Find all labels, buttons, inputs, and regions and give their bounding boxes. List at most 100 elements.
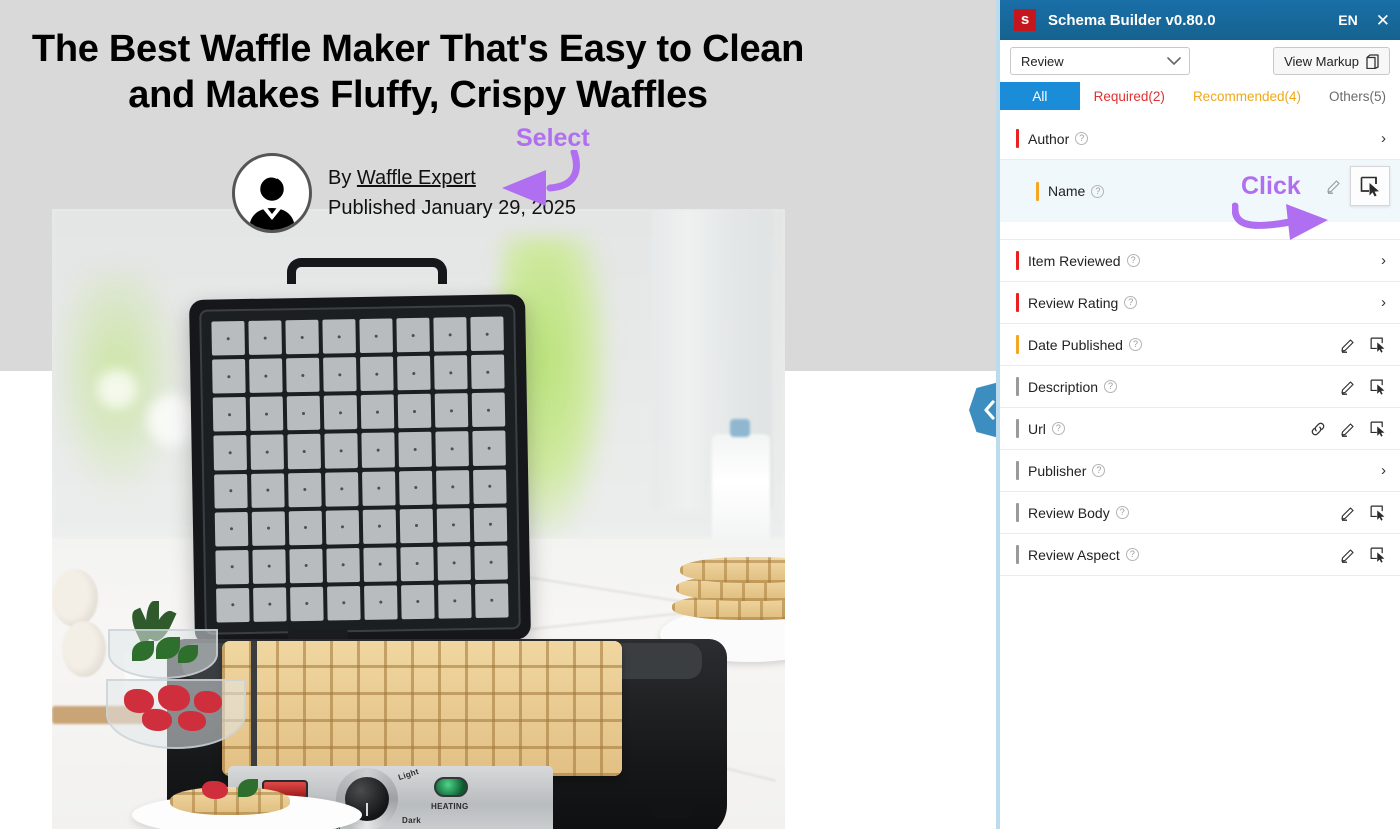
property-row-review-aspect[interactable]: Review Aspect ? <box>1000 534 1400 576</box>
help-icon[interactable]: ? <box>1075 132 1089 145</box>
row-actions: › <box>1381 131 1386 146</box>
element-picker-icon[interactable] <box>1370 505 1386 521</box>
property-label: Description <box>1028 378 1099 395</box>
help-icon[interactable]: ? <box>1091 184 1105 198</box>
user-avatar-icon <box>249 174 295 230</box>
author-link[interactable]: Waffle Expert <box>357 167 476 189</box>
edit-pencil-icon[interactable] <box>1340 505 1356 521</box>
waffle-maker-grid <box>211 316 509 623</box>
property-row-item-reviewed[interactable]: Item Reviewed ? › <box>1000 240 1400 282</box>
copy-icon <box>1366 53 1379 69</box>
edit-pencil-icon[interactable] <box>1340 337 1356 353</box>
element-picker-button[interactable] <box>1350 166 1390 206</box>
waffle-grid-cell <box>324 433 358 469</box>
property-row-review-body[interactable]: Review Body ? <box>1000 492 1400 534</box>
property-label: Name <box>1048 183 1086 199</box>
property-row-author[interactable]: Author ? › <box>1000 118 1400 160</box>
link-icon[interactable] <box>1310 421 1326 437</box>
photo-front-waffle <box>170 787 290 815</box>
tab-all[interactable]: All <box>1000 82 1080 110</box>
waffle-grid-cell <box>248 320 282 356</box>
property-row-description[interactable]: Description ? <box>1000 366 1400 408</box>
schema-type-value: Review <box>1021 53 1064 69</box>
schema-type-select[interactable]: Review <box>1010 47 1190 75</box>
property-row-name[interactable]: Name ? Click <box>1000 160 1400 240</box>
chevron-down-icon <box>1167 56 1181 65</box>
waffle-grid-cell <box>362 470 396 506</box>
property-label: Review Aspect <box>1028 546 1120 563</box>
help-icon[interactable]: ? <box>1125 548 1139 561</box>
waffle-grid-cell <box>437 545 471 581</box>
waffle-grid-cell <box>361 432 395 468</box>
property-row-date-published[interactable]: Date Published ? <box>1000 324 1400 366</box>
waffle-grid-cell <box>323 357 357 392</box>
help-icon[interactable]: ? <box>1126 254 1140 267</box>
waffle-grid-cell <box>253 587 287 622</box>
waffle-grid-cell <box>364 585 398 620</box>
property-label: Date Published <box>1028 336 1123 353</box>
waffle-grid-cell <box>434 393 469 429</box>
waffle-maker-lid <box>189 294 531 645</box>
waffle-grid-cell <box>359 318 393 354</box>
help-icon[interactable]: ? <box>1104 380 1118 393</box>
property-row-url[interactable]: Url ? <box>1000 408 1400 450</box>
waffle-grid-cell <box>360 394 395 430</box>
chevron-right-icon[interactable]: › <box>1381 463 1386 478</box>
screen-root: POWER Light Dark 0 HEATING <box>0 0 1400 829</box>
property-list: Author ? › Name ? Click Item Reviewed ? … <box>1000 118 1400 776</box>
element-picker-icon[interactable] <box>1370 421 1386 437</box>
edit-pencil-icon[interactable] <box>1340 547 1356 563</box>
waffle-grid-cell <box>322 319 356 354</box>
edit-pencil-icon[interactable] <box>1326 178 1342 194</box>
chevron-right-icon[interactable]: › <box>1381 131 1386 146</box>
row-actions: › <box>1381 295 1386 310</box>
element-picker-icon[interactable] <box>1370 379 1386 395</box>
tab-others[interactable]: Others(5) <box>1315 82 1400 110</box>
tab-recommended[interactable]: Recommended(4) <box>1179 82 1315 110</box>
view-markup-button[interactable]: View Markup <box>1273 47 1390 75</box>
waffle-grid-cell <box>327 585 361 621</box>
property-row-publisher[interactable]: Publisher ? › <box>1000 450 1400 492</box>
row-actions <box>1340 337 1386 353</box>
waffle-grid-cell <box>360 356 394 392</box>
help-icon[interactable]: ? <box>1128 338 1142 351</box>
chevron-right-icon[interactable]: › <box>1381 295 1386 310</box>
language-button[interactable]: EN <box>1338 12 1357 28</box>
waffle-grid-cell <box>250 434 284 470</box>
waffle-grid-cell <box>287 434 321 469</box>
byline-prefix: By <box>328 167 357 189</box>
edit-pencil-icon[interactable] <box>1340 379 1356 395</box>
help-icon[interactable]: ? <box>1115 506 1129 519</box>
property-row-review-rating[interactable]: Review Rating ? › <box>1000 282 1400 324</box>
photo-egg <box>52 569 98 627</box>
photo-bokeh <box>97 369 137 409</box>
waffle-grid-cell <box>214 511 249 547</box>
heating-indicator <box>434 777 468 797</box>
help-icon[interactable]: ? <box>1051 422 1065 435</box>
waffle-grid-cell <box>397 355 431 391</box>
waffle-grid-cell <box>249 396 284 432</box>
waffle-grid-cell <box>288 472 322 507</box>
waffle-grid-cell <box>438 583 472 619</box>
waffle-grid-cell <box>436 469 470 505</box>
waffle-grid-cell <box>326 547 360 583</box>
photo-bowl-mint <box>108 629 218 679</box>
help-icon[interactable]: ? <box>1124 296 1138 309</box>
waffle-grid-cell <box>396 317 430 353</box>
row-actions <box>1340 379 1386 395</box>
article-webpage: POWER Light Dark 0 HEATING <box>0 0 996 829</box>
element-picker-icon[interactable] <box>1370 337 1386 353</box>
photo-mint-leaf <box>156 637 180 659</box>
row-actions <box>1340 547 1386 563</box>
heating-label: HEATING <box>431 802 469 811</box>
edit-pencil-icon[interactable] <box>1340 421 1356 437</box>
photo-egg <box>62 621 106 677</box>
waffle-grid-cell <box>323 395 358 430</box>
help-icon[interactable]: ? <box>1092 464 1106 477</box>
waffle-maker-foot <box>652 801 692 819</box>
chevron-right-icon[interactable]: › <box>1381 253 1386 268</box>
element-picker-icon[interactable] <box>1370 547 1386 563</box>
waffle-maker-handle <box>287 258 447 284</box>
close-icon[interactable]: ✕ <box>1376 12 1390 29</box>
tab-required[interactable]: Required(2) <box>1080 82 1179 110</box>
